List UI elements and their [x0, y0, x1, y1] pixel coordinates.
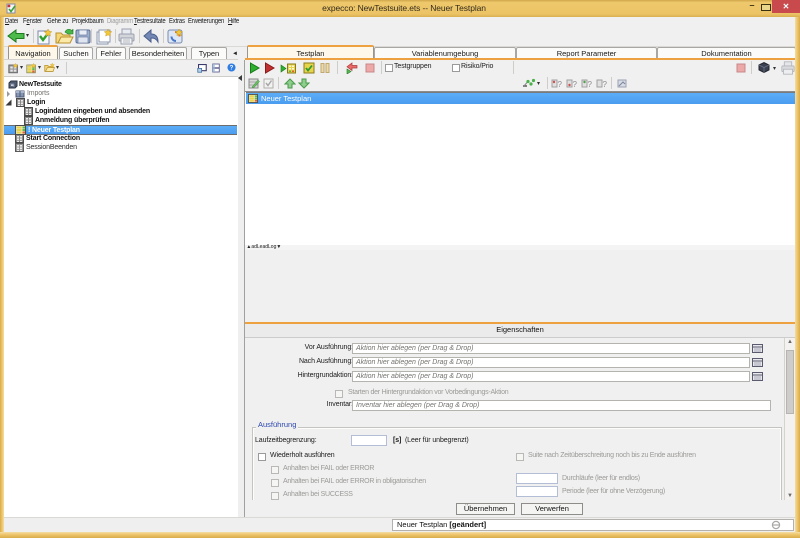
- svg-text:?: ?: [603, 80, 608, 89]
- svg-text:?: ?: [588, 80, 593, 89]
- svg-text:?: ?: [230, 66, 234, 72]
- svg-text:?: ?: [558, 80, 563, 89]
- svg-text:?: ?: [573, 80, 578, 89]
